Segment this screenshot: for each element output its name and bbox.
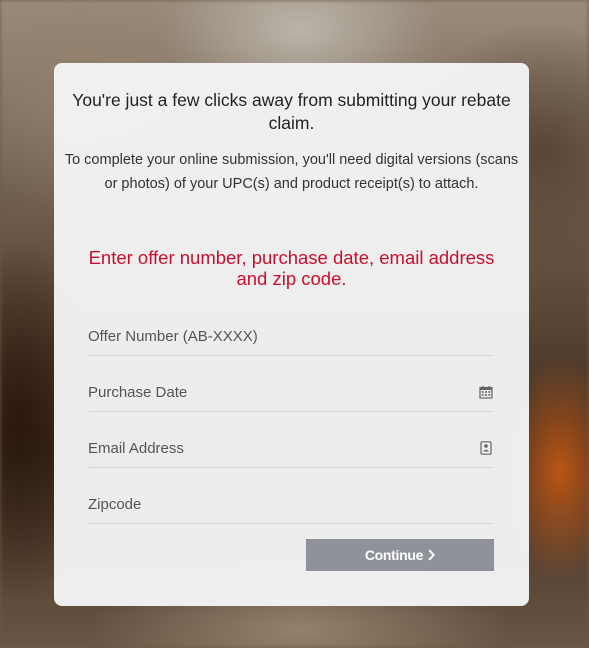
zipcode-input[interactable]: [88, 485, 493, 523]
purchase-date-input[interactable]: [88, 373, 493, 411]
form-instruction: Enter offer number, purchase date, email…: [88, 247, 495, 289]
email-input[interactable]: [88, 429, 493, 467]
email-field: [88, 429, 493, 468]
offer-number-input[interactable]: [88, 317, 493, 355]
contact-card-icon: [480, 441, 492, 455]
chevron-right-icon: [428, 549, 436, 561]
zipcode-field: [88, 485, 493, 524]
rebate-form-card: You're just a few clicks away from submi…: [54, 63, 529, 606]
continue-button[interactable]: Continue: [306, 539, 494, 571]
purchase-date-field: [88, 373, 493, 412]
headline: You're just a few clicks away from submi…: [72, 90, 511, 133]
offer-number-field: [88, 317, 493, 356]
instructions-subtext: To complete your online submission, you'…: [64, 152, 519, 192]
calendar-icon[interactable]: [479, 385, 493, 399]
continue-button-label: Continue: [364, 547, 424, 563]
